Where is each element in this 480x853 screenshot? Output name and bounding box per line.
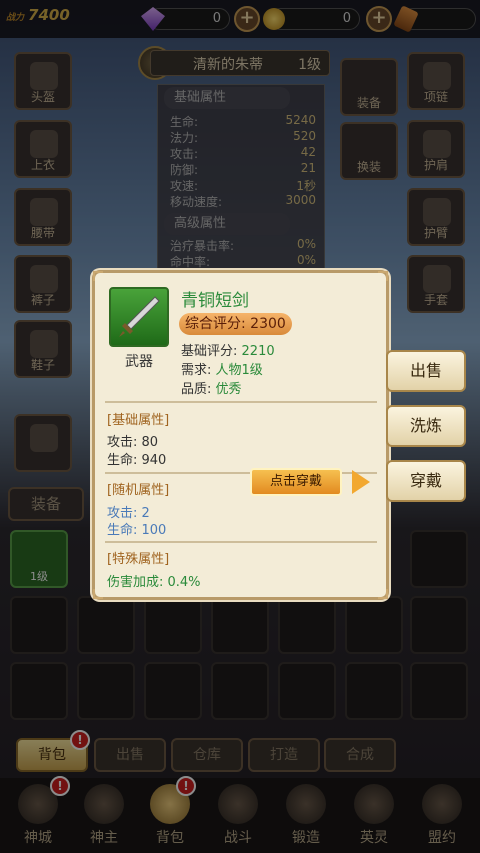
quality-row: 品质: 优秀 [181, 382, 242, 397]
item-detail-popup: 武器 青铜短剑 综合评分: 2300 基础评分: 2210 需求: 人物1级 品… [92, 270, 389, 600]
divider [105, 541, 377, 543]
popup-corner [93, 271, 103, 281]
refine-button[interactable]: 洗炼 [386, 405, 466, 447]
base-attr-line: 生命: 940 [107, 453, 167, 468]
base-attr-line: 攻击: 80 [107, 435, 159, 450]
random-attr-line: 生命: 100 [107, 523, 167, 538]
popup-corner [93, 589, 103, 599]
base-score-row: 基础评分: 2210 [181, 344, 275, 359]
item-name: 青铜短剑 [181, 291, 249, 311]
wear-button[interactable]: 穿戴 [386, 460, 466, 502]
sell-button[interactable]: 出售 [386, 350, 466, 392]
popup-corner [378, 589, 388, 599]
requirement-row: 需求: 人物1级 [181, 363, 263, 378]
base-attr-header: [基础属性] [107, 413, 170, 428]
overall-score: 综合评分: 2300 [179, 313, 292, 335]
item-type: 武器 [125, 354, 153, 370]
random-attr-header: [随机属性] [107, 483, 170, 498]
popup-corner [378, 271, 388, 281]
click-to-wear-tip[interactable]: 点击穿戴 [250, 468, 342, 496]
special-attr-line: 伤害加成: 0.4% [107, 575, 201, 590]
sword-icon [109, 287, 169, 347]
divider [105, 401, 377, 403]
special-attr-header: [特殊属性] [107, 552, 170, 567]
arrow-right-icon [352, 470, 370, 494]
